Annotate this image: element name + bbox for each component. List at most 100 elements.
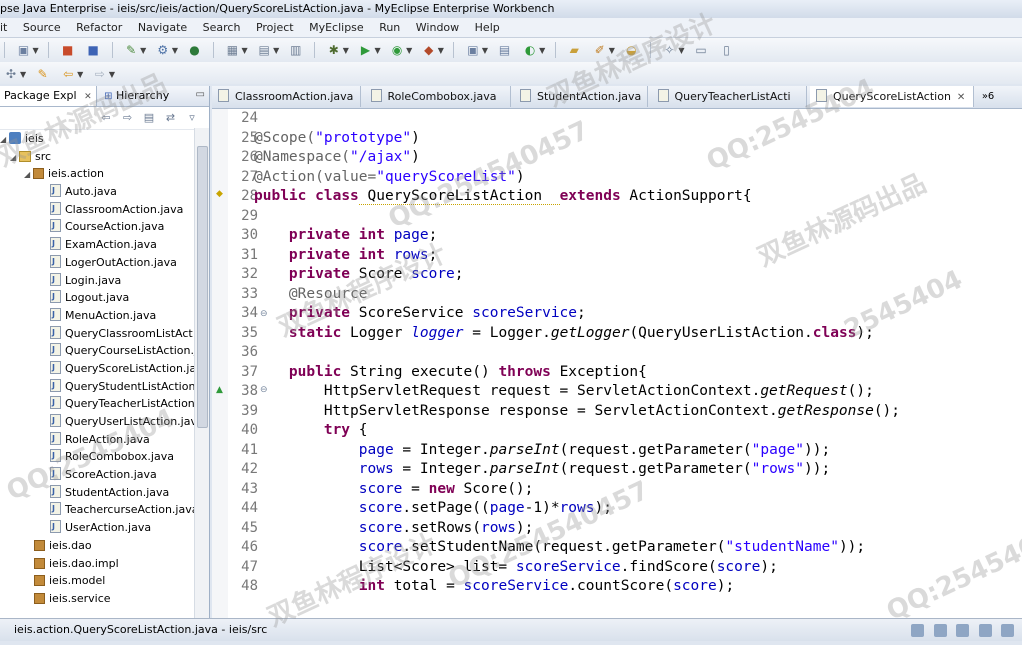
chevron-down-icon[interactable]: ▼	[77, 70, 83, 79]
tree-item-package[interactable]: ieis.dao	[0, 537, 209, 555]
pin-icon[interactable]: ✧	[661, 42, 677, 58]
editor-tab[interactable]: StudentAction.java	[514, 86, 648, 107]
tree-item-file[interactable]: QueryUserListAction.java	[0, 412, 209, 431]
bookmark-icon[interactable]: ▯	[719, 42, 735, 58]
tree-item-file[interactable]: LogerOutAction.java	[0, 253, 209, 272]
chevron-down-icon[interactable]: ▼	[273, 46, 279, 55]
editor-tab[interactable]: RoleCombobox.java	[365, 86, 511, 107]
chevron-down-icon[interactable]: ▼	[241, 46, 247, 55]
menu-navigate[interactable]: Navigate	[133, 18, 194, 37]
back-icon[interactable]: ⇦	[60, 66, 76, 82]
tree-item-file[interactable]: ScoreAction.java	[0, 465, 209, 484]
code-area[interactable]: 24 25 26 27 28 29 30 31 32 33 34 35 36 3…	[212, 109, 1022, 618]
menu-myeclipse[interactable]: MyEclipse	[304, 18, 371, 37]
tree-item-file[interactable]: Logout.java	[0, 288, 209, 307]
tree-item-file[interactable]: TeachercurseAction.java	[0, 500, 209, 519]
editor-tab[interactable]: ClassroomAction.java	[212, 86, 361, 107]
chevron-down-icon[interactable]: ▼	[438, 46, 444, 55]
collapse-icon[interactable]: ◢	[24, 166, 33, 184]
forward-icon[interactable]: ⇨	[92, 66, 108, 82]
tree-item-file[interactable]: QueryStudentListAction.j	[0, 377, 209, 396]
chevron-down-icon[interactable]: ▼	[406, 46, 412, 55]
warning-marker-icon[interactable]: ◆	[216, 189, 223, 199]
new-class-icon[interactable]: ◐	[522, 42, 538, 58]
chevron-down-icon[interactable]: ▼	[20, 70, 26, 79]
annotation-icon[interactable]: ▭	[693, 42, 709, 58]
menu-refactor[interactable]: Refactor	[71, 18, 129, 37]
chevron-down-icon[interactable]: ▼	[109, 70, 115, 79]
chevron-down-icon[interactable]: ▼	[678, 46, 684, 55]
new-icon[interactable]: ▣	[16, 42, 32, 58]
last-edit-icon[interactable]: ✎	[35, 66, 51, 82]
collapse-all-icon[interactable]: ▤	[142, 111, 156, 125]
tree-item-file[interactable]: ExamAction.java	[0, 235, 209, 254]
chevron-down-icon[interactable]: ▼	[609, 46, 615, 55]
tree-item-file[interactable]: QueryTeacherListAction.j	[0, 394, 209, 413]
chevron-down-icon[interactable]: ▼	[539, 46, 545, 55]
close-icon[interactable]: ✕	[84, 92, 92, 102]
tree-item-file[interactable]: ClassroomAction.java	[0, 200, 209, 219]
grid-icon[interactable]: ▥	[288, 42, 304, 58]
tree-item-file[interactable]: StudentAction.java	[0, 483, 209, 502]
external-tools-icon[interactable]: ◆	[421, 42, 437, 58]
tree-item-file[interactable]: Login.java	[0, 271, 209, 290]
open-type-icon[interactable]: ■	[60, 42, 76, 58]
tree-item-file[interactable]: MenuAction.java	[0, 306, 209, 325]
tray-icon[interactable]	[978, 624, 992, 637]
tray-icon[interactable]	[956, 624, 969, 637]
tree-item-file[interactable]: QueryScoreListAction.jav	[0, 359, 209, 378]
tray-icon[interactable]	[911, 624, 924, 637]
menu-search[interactable]: Search	[198, 18, 248, 37]
menu-edit[interactable]: it	[0, 18, 14, 37]
tree-item-package[interactable]: ◢ ieis.action	[0, 165, 209, 183]
debug-icon[interactable]: ✱	[326, 42, 342, 58]
tree-item-file[interactable]: RoleCombobox.java	[0, 447, 209, 466]
collapse-icon[interactable]: ◢	[10, 149, 19, 167]
tab-package-explorer[interactable]: Package Expl ✕	[0, 86, 97, 106]
close-icon[interactable]: ✕	[957, 92, 965, 103]
new-package-icon[interactable]: ▤	[497, 42, 513, 58]
tree-item-package[interactable]: ieis.model	[0, 572, 209, 590]
deploy-icon[interactable]: ✎	[123, 42, 139, 58]
collapse-icon[interactable]: ◢	[0, 131, 9, 149]
tree-item-src[interactable]: ◢ src	[0, 148, 209, 166]
chevron-down-icon[interactable]: ▼	[172, 46, 178, 55]
open-folder-icon[interactable]: ▰	[566, 42, 582, 58]
link-editor-icon[interactable]: ⇄	[164, 111, 178, 125]
tab-hierarchy[interactable]: ⊞ Hierarchy	[100, 86, 173, 106]
tree-item-project[interactable]: ◢ ieis	[0, 130, 209, 148]
view-menu-icon[interactable]: ▿	[185, 111, 199, 125]
wizard-icon[interactable]: ▤	[256, 42, 272, 58]
tree-item-file[interactable]: QueryClassroomListAct	[0, 324, 209, 343]
search-icon[interactable]: ✐	[592, 42, 608, 58]
tree-item-file[interactable]: UserAction.java	[0, 518, 209, 537]
editor-tab[interactable]: QueryTeacherListActi	[652, 86, 807, 107]
editor-tab-active[interactable]: QueryScoreListAction ✕	[810, 86, 975, 107]
run-icon[interactable]: ▶	[357, 42, 373, 58]
tree-item-package[interactable]: ieis.service	[0, 590, 209, 608]
chevron-down-icon[interactable]: ▼	[33, 46, 39, 55]
tree-item-file[interactable]: Auto.java	[0, 182, 209, 201]
perspective-icon[interactable]: ▦	[224, 42, 240, 58]
menu-run[interactable]: Run	[374, 18, 407, 37]
menu-help[interactable]: Help	[470, 18, 507, 37]
run-last-icon[interactable]: ◉	[389, 42, 405, 58]
chevron-down-icon[interactable]: ▼	[343, 46, 349, 55]
browser-icon[interactable]: ●	[186, 42, 202, 58]
explorer-scrollbar[interactable]	[194, 128, 209, 618]
menu-window[interactable]: Window	[411, 18, 466, 37]
more-tabs-button[interactable]: »6	[978, 86, 994, 107]
tray-icon[interactable]	[1001, 624, 1014, 637]
chevron-down-icon[interactable]: ▼	[140, 46, 146, 55]
chevron-down-icon[interactable]: ▼	[374, 46, 380, 55]
new-java-project-icon[interactable]: ▣	[465, 42, 481, 58]
tree-item-file[interactable]: QueryCourseListAction.j	[0, 341, 209, 360]
tree-item-file[interactable]: RoleAction.java	[0, 430, 209, 449]
tree-item-file[interactable]: CourseAction.java	[0, 217, 209, 236]
back-icon[interactable]: ⇦	[99, 111, 113, 125]
server-icon[interactable]: ⚙	[155, 42, 171, 58]
mark-occurrences-icon[interactable]: ◒	[623, 42, 639, 58]
minimize-icon[interactable]: ▭	[196, 89, 205, 100]
tray-icon[interactable]	[933, 624, 947, 637]
toggle-icon[interactable]: ✣	[3, 66, 19, 82]
